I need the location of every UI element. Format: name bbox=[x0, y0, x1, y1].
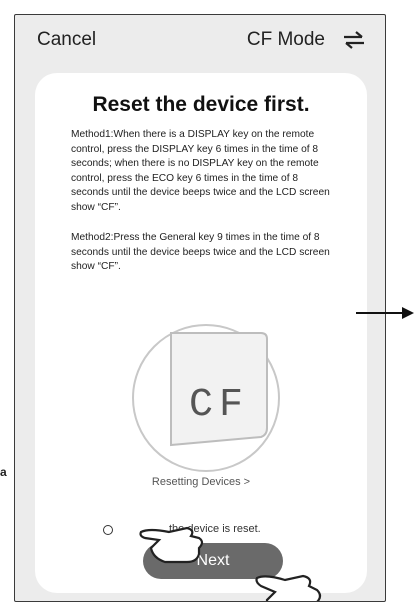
mode-title: CF Mode bbox=[246, 29, 325, 50]
switch-arrows-icon[interactable] bbox=[341, 29, 367, 51]
arrow-right-icon bbox=[356, 307, 414, 319]
top-bar: Cancel CF Mode bbox=[15, 15, 385, 67]
reset-card: Reset the device first. Method1:When the… bbox=[35, 73, 367, 601]
cancel-button[interactable]: Cancel bbox=[37, 29, 96, 51]
method1-text: Method1:When there is a DISPLAY key on t… bbox=[71, 129, 330, 213]
pointing-hand-icon-2 bbox=[255, 574, 322, 601]
pointing-hand-icon bbox=[139, 526, 204, 564]
phone-screen: Cancel CF Mode Reset the device first. M… bbox=[14, 14, 386, 602]
stray-letter: a bbox=[0, 465, 7, 479]
resetting-devices-link[interactable]: Resetting Devices > bbox=[35, 476, 367, 488]
lcd-display-illustration: CF bbox=[132, 324, 280, 472]
method2-text: Method2:Press the General key 9 times in… bbox=[71, 232, 330, 273]
cf-display-text: CF bbox=[189, 383, 249, 428]
confirm-checkbox[interactable] bbox=[103, 525, 113, 535]
card-title: Reset the device first. bbox=[92, 93, 310, 116]
